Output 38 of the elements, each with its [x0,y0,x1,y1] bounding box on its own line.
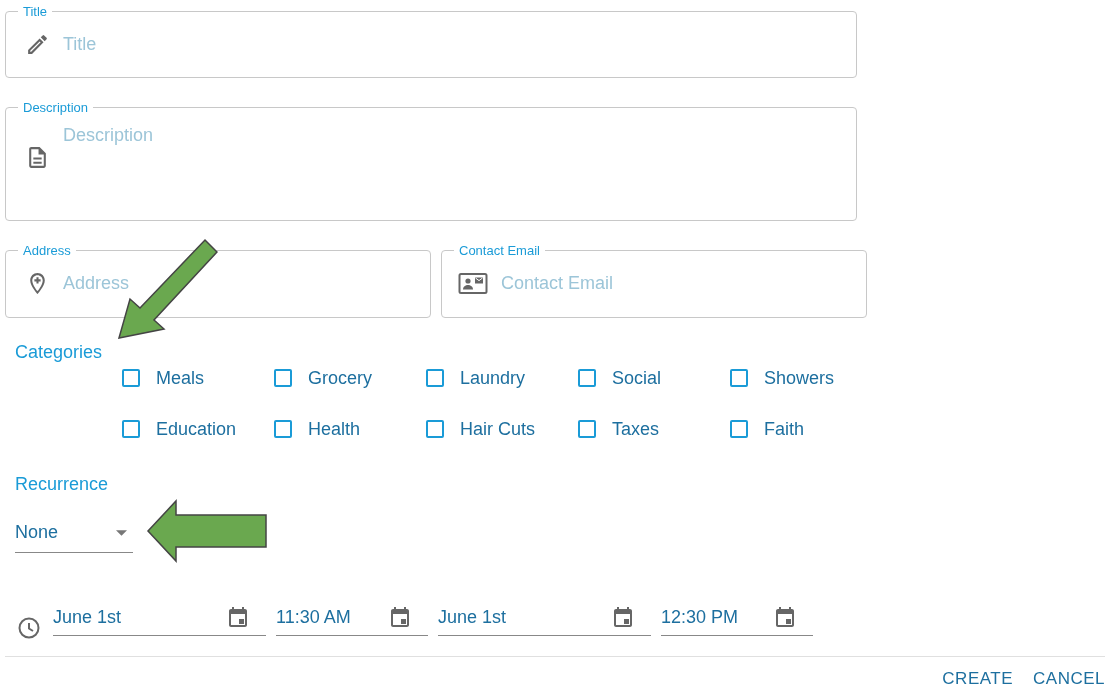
field-label: Contact Email [458,243,541,258]
recurrence-select[interactable]: None [15,522,133,553]
text-button[interactable]: CANCEL [1033,669,1105,686]
text-field[interactable]: Description Description [5,100,857,221]
text-input[interactable]: Address [63,272,418,294]
calendar-icon [226,605,250,629]
text-input[interactable]: Contact Email [501,272,854,294]
category-checkbox[interactable]: Faith [730,418,882,440]
calendar-icon [611,605,635,629]
category-checkbox[interactable]: Social [578,367,730,389]
caret-icon [116,529,127,536]
category-checkbox[interactable]: Health [274,418,426,440]
section-label: Categories [15,342,104,363]
text-field[interactable]: Title Title [5,4,857,78]
category-checkbox[interactable]: Taxes [578,418,730,440]
date-field[interactable]: June 1st [53,605,266,636]
text-field[interactable]: Address Address [5,243,431,318]
category-checkbox[interactable]: Education [122,418,274,440]
field-label: Address [22,243,72,258]
time-field[interactable]: 11:30 AM [276,605,428,636]
field-label: Description [22,100,90,115]
date-field[interactable]: June 1st [438,605,651,636]
text-area[interactable]: Description [63,125,844,185]
text-button[interactable]: CREATE [942,669,1014,686]
section-label: Recurrence [15,474,110,495]
category-checkbox[interactable]: Hair Cuts [426,418,578,440]
category-checkbox[interactable]: Laundry [426,367,578,389]
category-checkbox[interactable]: Showers [730,367,882,389]
time-field[interactable]: 12:30 PM [661,605,813,636]
calendar-icon [773,605,797,629]
contact-card-icon [458,270,488,296]
field-label: Title [22,4,49,19]
calendar-icon [388,605,412,629]
category-checkbox[interactable]: Grocery [274,367,426,389]
category-checkbox[interactable]: Meals [122,367,274,389]
text-field[interactable]: Contact Email Contact Email [441,243,867,318]
clock-icon [17,616,41,640]
text-input[interactable]: Title [63,33,844,55]
